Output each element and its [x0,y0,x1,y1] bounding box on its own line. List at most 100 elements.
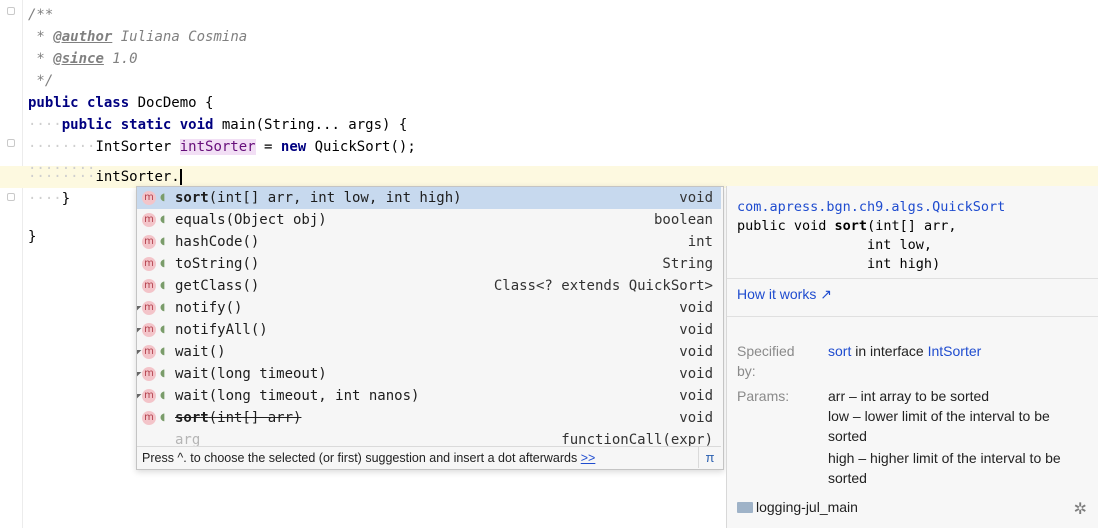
param-low: low – lower limit of the interval to be … [828,408,1050,444]
code-line-1[interactable]: /** [28,4,53,26]
code-line-5[interactable]: public class DocDemo { [28,92,213,114]
completion-item[interactable]: m ◖ sort(int[] arr) void [137,407,721,429]
completion-item-label: equals(Object obj) [175,209,327,231]
method-params: () [250,322,268,338]
completion-item[interactable]: m ◖ equals(Object obj) boolean [137,209,721,231]
method-name: wait [175,388,209,404]
public-access-icon: ◖ [160,236,166,247]
final-marker-icon: ◤ [136,348,142,358]
param-high: high – higher limit of the interval to b… [828,450,1061,486]
module-label: logging-jul_main [737,499,858,515]
completion-popup[interactable]: m ◖ sort(int[] arr, int low, int high) void… [136,186,724,470]
completion-item-label: wait() [175,341,226,363]
completion-item[interactable]: m ◤ ◖ wait() void [137,341,721,363]
public-access-icon: ◖ [160,280,166,291]
pi-icon[interactable]: π [698,447,721,468]
folder-icon [737,501,753,513]
public-access-icon: ◖ [160,324,166,335]
public-access-icon: ◖ [160,192,166,203]
code-line-6[interactable]: ····public static void main(String... ar… [28,114,407,136]
method-name: getClass [175,278,243,294]
return-type: boolean [653,212,713,228]
completion-item[interactable]: m ◤ ◖ notify() void [137,297,721,319]
fold-icon[interactable] [7,193,15,201]
return-type: void [679,344,713,360]
method-name: notify [175,300,226,316]
completion-item[interactable]: m ◤ ◖ wait(long timeout, int nanos) void [137,385,721,407]
code-line-2[interactable]: * @author Iuliana Cosmina [28,26,247,48]
method-name: toString [175,256,243,272]
method-params: (int[] arr, int low, int high) [208,190,462,206]
final-marker-icon: ◤ [136,370,142,380]
divider [727,316,1098,317]
code-line-7[interactable]: ········IntSorter intSorter = new QuickS… [28,136,416,158]
public-access-icon: ◖ [160,346,166,357]
method-icon: m [142,257,156,271]
code-line-3[interactable]: * @since 1.0 [28,48,137,70]
final-marker-icon: ◤ [136,304,142,314]
completion-item-label: sort(int[] arr) [175,407,301,429]
gear-icon[interactable]: ✲ [1074,499,1087,518]
method-name: sort [175,410,209,426]
completion-item[interactable]: m ◤ ◖ wait(long timeout) void [137,363,721,385]
public-access-icon: ◖ [160,368,166,379]
specified-by-value: sort in interface IntSorter [828,343,982,359]
completion-item-label: getClass() [175,275,259,297]
public-access-icon: ◖ [160,302,166,313]
return-type: void [679,388,713,404]
return-type: void [679,366,713,382]
method-name: notifyAll [175,322,251,338]
completion-item[interactable]: m ◖ sort(int[] arr, int low, int high) void [137,187,721,209]
doc-signature: com.apress.bgn.ch9.algs.QuickSort public… [737,199,1006,272]
return-type: void [679,410,713,426]
completion-item-label: wait(long timeout, int nanos) [175,385,419,407]
method-icon: m [142,345,156,359]
final-marker-icon: ◤ [136,392,142,402]
code-line-4[interactable]: */ [28,70,53,92]
return-type: String [662,256,713,272]
quick-documentation-panel[interactable]: com.apress.bgn.ch9.algs.QuickSort public… [726,186,1098,528]
completion-item[interactable]: m ◤ ◖ notifyAll() void [137,319,721,341]
completion-item[interactable]: m ◖ getClass() Class<? extends QuickSort> [137,275,721,297]
method-params: () [225,300,243,316]
method-icon: m [142,191,156,205]
method-icon: m [142,411,156,425]
completion-item-label: notify() [175,297,242,319]
method-params: () [242,278,260,294]
return-type: void [679,300,713,316]
method-icon: m [142,235,156,249]
fold-icon[interactable] [7,7,15,15]
code-line-12[interactable]: } [28,226,36,248]
specified-method-link[interactable]: sort [828,343,851,359]
return-type: void [679,190,713,206]
completion-item-label: hashCode() [175,231,259,253]
method-icon: m [142,301,156,315]
editor-gutter [0,0,23,528]
code-line-9[interactable]: ········intSorter. [28,166,182,188]
completion-item-label: notifyAll() [175,319,268,341]
method-name: wait [175,344,209,360]
text-caret [179,169,182,185]
completion-item[interactable]: m ◖ toString() String [137,253,721,275]
how-it-works-link[interactable]: How it works ↗ [737,286,832,303]
completion-hint-bar: Press ^. to choose the selected (or firs… [137,446,721,469]
doc-class-path[interactable]: com.apress.bgn.ch9.algs.QuickSort [737,199,1005,215]
completion-hint-text: Press ^. to choose the selected (or firs… [142,451,578,465]
hint-more-link[interactable]: >> [581,451,596,465]
method-params: () [242,234,260,250]
code-line-10[interactable]: ····} [28,188,70,210]
completion-item-label: sort(int[] arr, int low, int high) [175,187,462,209]
params-label: Params: [737,388,790,404]
method-name: equals [175,212,226,228]
interface-link[interactable]: IntSorter [928,343,982,359]
fold-icon[interactable] [7,139,15,147]
return-type: Class<? extends QuickSort> [493,278,713,294]
method-params: (Object obj) [225,212,327,228]
method-icon: m [142,279,156,293]
public-access-icon: ◖ [160,412,166,423]
completion-item[interactable]: m ◖ hashCode() int [137,231,721,253]
method-icon: m [142,213,156,227]
public-access-icon: ◖ [160,258,166,269]
divider [727,278,1098,279]
method-name: hashCode [175,234,243,250]
